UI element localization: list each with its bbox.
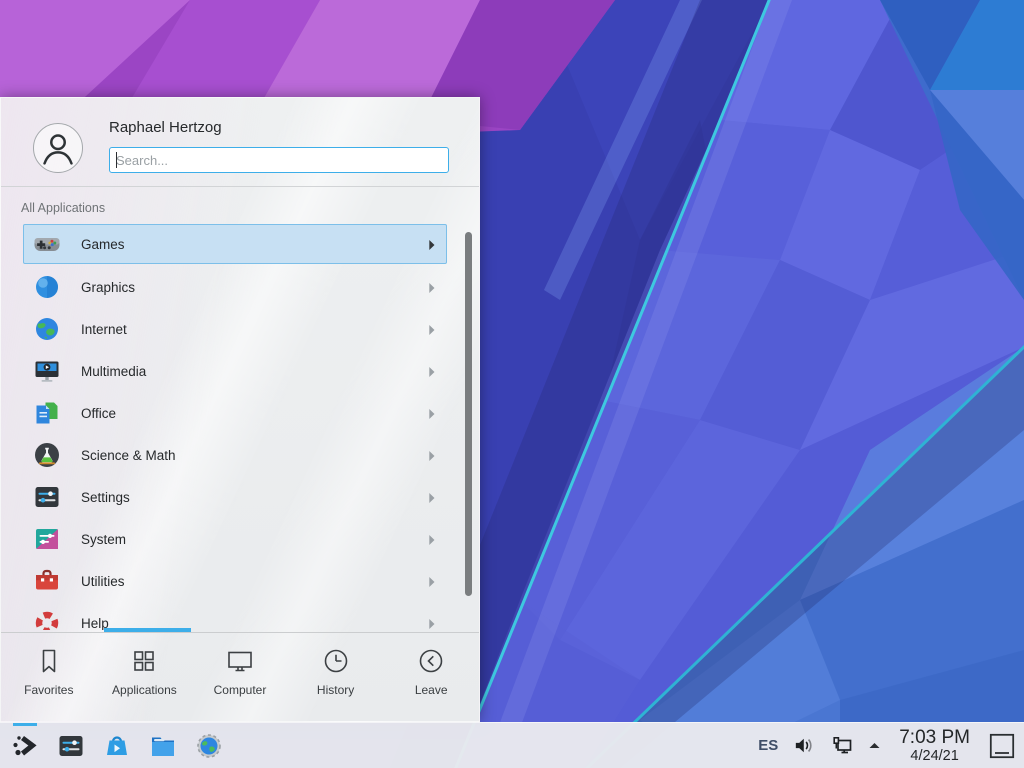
expand-tray-icon[interactable]	[868, 739, 881, 752]
tab-label: Leave	[415, 683, 448, 697]
tab-leave[interactable]: Leave	[383, 633, 479, 723]
tab-history[interactable]: History	[288, 633, 384, 723]
submenu-arrow-icon	[428, 238, 436, 250]
desktop: Raphael Hertzog All Applications Games G…	[0, 0, 1024, 768]
leave-icon	[416, 646, 446, 676]
category-label: Multimedia	[81, 364, 146, 379]
globe-icon	[33, 315, 61, 343]
settings-icon	[57, 732, 85, 760]
section-label: All Applications	[21, 201, 105, 215]
clock-time: 7:03 PM	[899, 728, 970, 747]
user-name: Raphael Hertzog	[109, 119, 222, 136]
settings-icon	[33, 483, 61, 511]
taskbar-launcher-web-browser[interactable]	[186, 723, 232, 768]
office-icon	[33, 399, 61, 427]
submenu-arrow-icon	[428, 449, 436, 461]
graphics-icon	[33, 273, 61, 301]
active-tab-indicator	[104, 628, 191, 632]
tab-label: Computer	[214, 683, 267, 697]
help-icon	[33, 609, 61, 630]
volume-icon[interactable]	[792, 734, 815, 757]
category-label: Office	[81, 406, 116, 421]
system-tray: ES 7:03 PM	[758, 728, 1024, 764]
category-label: Utilities	[81, 574, 125, 589]
system-icon	[33, 525, 61, 553]
category-label: System	[81, 532, 126, 547]
submenu-arrow-icon	[428, 281, 436, 293]
taskbar-launchers	[0, 723, 232, 768]
network-icon[interactable]	[829, 733, 854, 758]
header-divider	[1, 186, 479, 187]
category-item-internet[interactable]: Internet	[23, 308, 447, 350]
category-label: Games	[81, 237, 125, 252]
submenu-arrow-icon	[428, 365, 436, 377]
browser-icon	[195, 732, 223, 760]
category-label: Graphics	[81, 280, 135, 295]
launcher-tab-bar: Favorites Applications Computer History …	[1, 633, 479, 723]
tab-label: Applications	[112, 683, 177, 697]
utilities-icon	[33, 567, 61, 595]
clock-date: 4/24/21	[899, 749, 970, 764]
tab-favorites[interactable]: Favorites	[1, 633, 97, 723]
search-input[interactable]	[110, 148, 448, 172]
applications-icon	[129, 646, 159, 676]
category-item-system[interactable]: System	[23, 518, 447, 560]
kickoff-icon	[11, 732, 39, 760]
taskbar-launcher-system-settings[interactable]	[48, 723, 94, 768]
submenu-arrow-icon	[428, 323, 436, 335]
computer-icon	[225, 646, 255, 676]
taskbar-panel: ES 7:03 PM	[0, 722, 1024, 768]
user-avatar[interactable]	[33, 123, 83, 173]
keyboard-layout-indicator[interactable]: ES	[758, 737, 778, 754]
scrollbar[interactable]	[465, 232, 472, 596]
category-item-help[interactable]: Help	[23, 602, 447, 630]
submenu-arrow-icon	[428, 491, 436, 503]
category-label: Internet	[81, 322, 127, 337]
submenu-arrow-icon	[428, 617, 436, 629]
favorites-icon	[34, 646, 64, 676]
history-icon	[321, 646, 351, 676]
category-list: Games Graphics Internet Multimedia Offic…	[23, 224, 447, 630]
taskbar-launcher-file-manager[interactable]	[140, 723, 186, 768]
submenu-arrow-icon	[428, 407, 436, 419]
folder-icon	[149, 732, 177, 760]
discover-icon	[103, 732, 131, 760]
tab-label: Favorites	[24, 683, 73, 697]
taskbar-launcher-discover[interactable]	[94, 723, 140, 768]
category-item-settings[interactable]: Settings	[23, 476, 447, 518]
category-label: Science & Math	[81, 448, 176, 463]
application-launcher-popup: Raphael Hertzog All Applications Games G…	[0, 97, 480, 722]
submenu-arrow-icon	[428, 575, 436, 587]
multimedia-icon	[33, 357, 61, 385]
category-item-office[interactable]: Office	[23, 392, 447, 434]
taskbar-launcher-application-launcher[interactable]	[2, 723, 48, 768]
launcher-header: Raphael Hertzog	[1, 98, 479, 186]
category-item-graphics[interactable]: Graphics	[23, 266, 447, 308]
science-icon	[33, 441, 61, 469]
gamepad-icon	[33, 230, 61, 258]
active-launcher-indicator	[13, 723, 37, 726]
digital-clock[interactable]: 7:03 PM 4/24/21	[899, 728, 970, 764]
category-item-utilities[interactable]: Utilities	[23, 560, 447, 602]
category-item-multimedia[interactable]: Multimedia	[23, 350, 447, 392]
tab-label: History	[317, 683, 354, 697]
category-item-science-math[interactable]: Science & Math	[23, 434, 447, 476]
tab-applications[interactable]: Applications	[97, 633, 193, 723]
search-field	[109, 147, 449, 173]
category-label: Settings	[81, 490, 130, 505]
tab-computer[interactable]: Computer	[192, 633, 288, 723]
submenu-arrow-icon	[428, 533, 436, 545]
text-caret	[116, 152, 117, 168]
show-desktop-icon[interactable]	[988, 732, 1016, 760]
category-item-games[interactable]: Games	[23, 224, 447, 264]
